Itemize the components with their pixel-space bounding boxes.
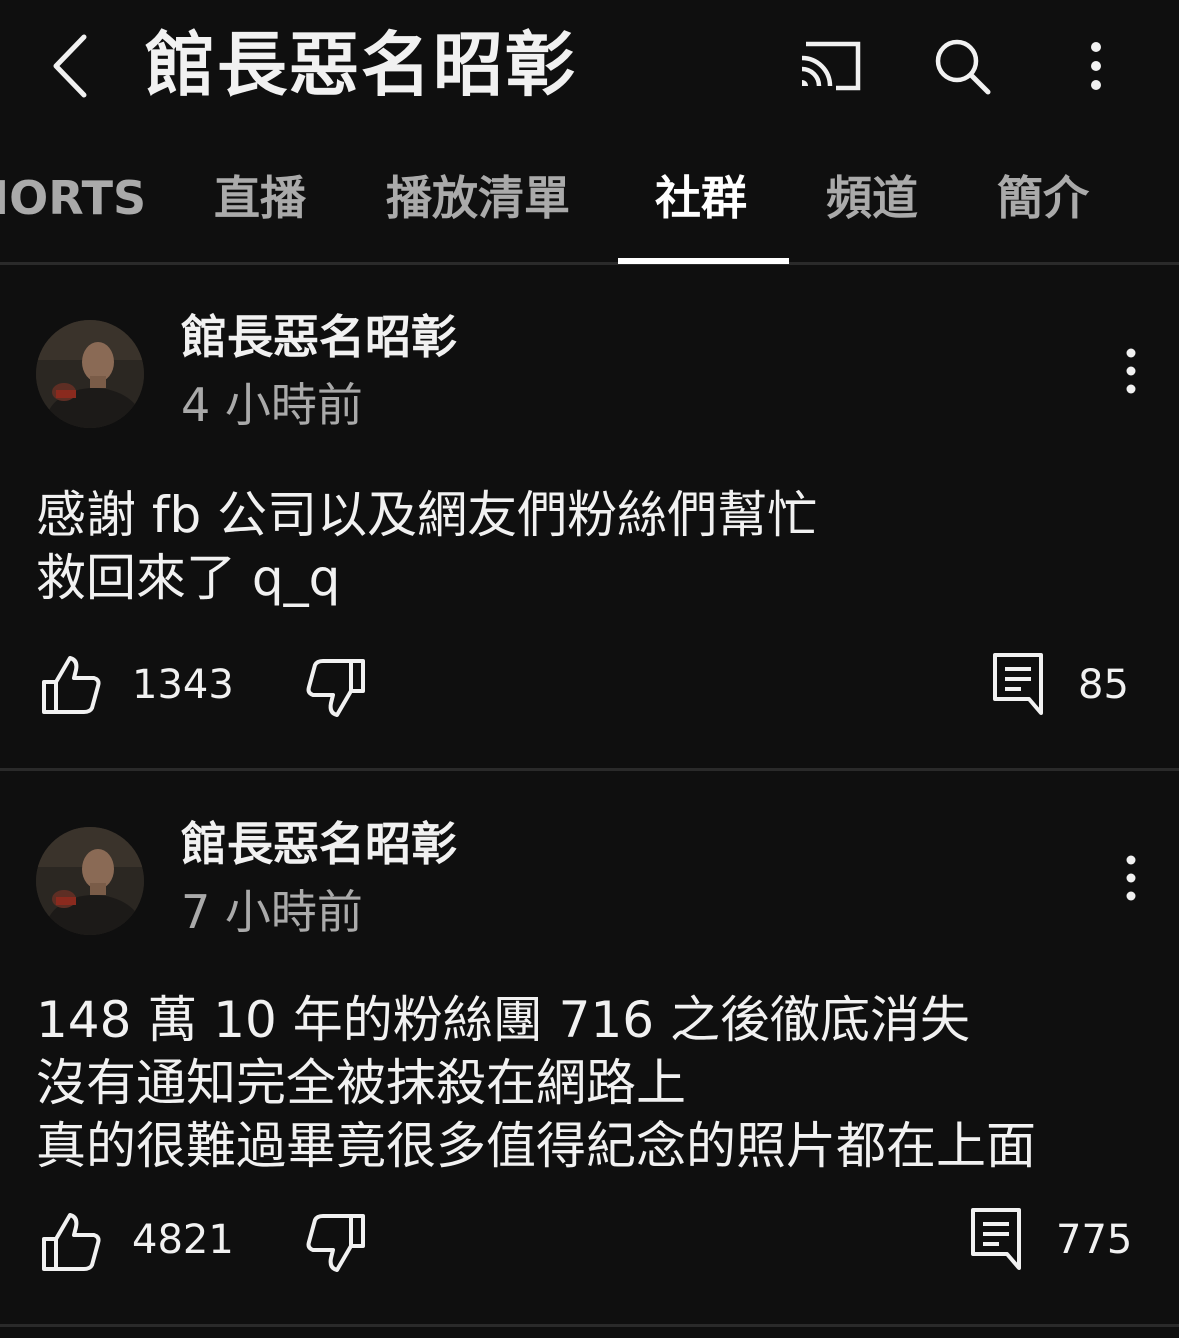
like-button[interactable]	[36, 1207, 106, 1277]
post-author[interactable]: 館長惡名昭彰	[181, 815, 457, 873]
tab-about[interactable]: 簡介	[997, 168, 1089, 228]
post-time: 4 小時前	[181, 378, 363, 432]
post-text-line: 感謝 fb 公司以及網友們粉絲們幫忙	[36, 486, 818, 544]
comment-icon	[993, 653, 1043, 715]
channel-tabs: IORTS 直播 播放清單 社群 頻道 簡介	[0, 150, 1179, 265]
post-author[interactable]: 館長惡名昭彰	[181, 308, 457, 366]
community-post: 館長惡名昭彰 4 小時前 感謝 fb 公司以及網友們粉絲們幫忙 救回來了 q_q…	[0, 264, 1179, 771]
more-options-button[interactable]	[1062, 32, 1130, 100]
post-menu-button[interactable]	[1104, 851, 1158, 905]
dislike-button[interactable]	[302, 1209, 370, 1277]
back-button[interactable]	[40, 30, 100, 102]
comments-button[interactable]	[988, 650, 1048, 716]
post-time: 7 小時前	[181, 885, 363, 939]
post-text: 148 萬 10 年的粉絲團 716 之後徹底消失 沒有通知完全被抹殺在網路上 …	[36, 989, 1036, 1178]
post-text-line: 沒有通知完全被抹殺在網路上	[36, 1054, 686, 1112]
avatar[interactable]	[36, 320, 144, 428]
comments-button[interactable]	[966, 1205, 1026, 1271]
post-text: 感謝 fb 公司以及網友們粉絲們幫忙 救回來了 q_q	[36, 484, 817, 610]
top-app-bar: 館長惡名昭彰	[0, 0, 1179, 130]
more-vert-icon	[1091, 42, 1101, 90]
cast-button[interactable]	[796, 32, 864, 100]
tab-community[interactable]: 社群	[655, 168, 747, 228]
thumb-down-icon	[306, 1214, 365, 1272]
thumb-up-icon	[42, 1213, 101, 1271]
comment-count: 85	[1078, 662, 1129, 708]
more-vert-icon	[1126, 348, 1136, 394]
cast-icon	[801, 41, 861, 91]
tab-channels[interactable]: 頻道	[826, 168, 918, 228]
thumb-down-icon	[306, 659, 365, 717]
like-count: 1343	[132, 662, 234, 708]
community-post: 館長惡名昭彰 7 小時前 148 萬 10 年的粉絲團 716 之後徹底消失 沒…	[0, 771, 1179, 1327]
dislike-button[interactable]	[302, 654, 370, 722]
like-count: 4821	[132, 1217, 234, 1263]
tab-live[interactable]: 直播	[214, 168, 306, 228]
post-text-line: 148 萬 10 年的粉絲團 716 之後徹底消失	[36, 991, 970, 1049]
channel-title: 館長惡名昭彰	[145, 24, 577, 106]
comment-count: 775	[1056, 1217, 1133, 1263]
search-icon	[935, 39, 991, 95]
more-vert-icon	[1126, 855, 1136, 901]
tab-playlists[interactable]: 播放清單	[386, 168, 570, 228]
thumb-up-icon	[42, 656, 101, 714]
avatar[interactable]	[36, 827, 144, 935]
tab-shorts[interactable]: IORTS	[0, 168, 146, 228]
post-text-line: 真的很難過畢竟很多值得紀念的照片都在上面	[36, 1117, 1036, 1175]
post-text-line: 救回來了 q_q	[36, 549, 341, 607]
chevron-left-icon	[53, 34, 87, 98]
post-menu-button[interactable]	[1104, 344, 1158, 398]
like-button[interactable]	[36, 650, 106, 720]
search-button[interactable]	[928, 32, 996, 100]
comment-icon	[971, 1208, 1021, 1270]
